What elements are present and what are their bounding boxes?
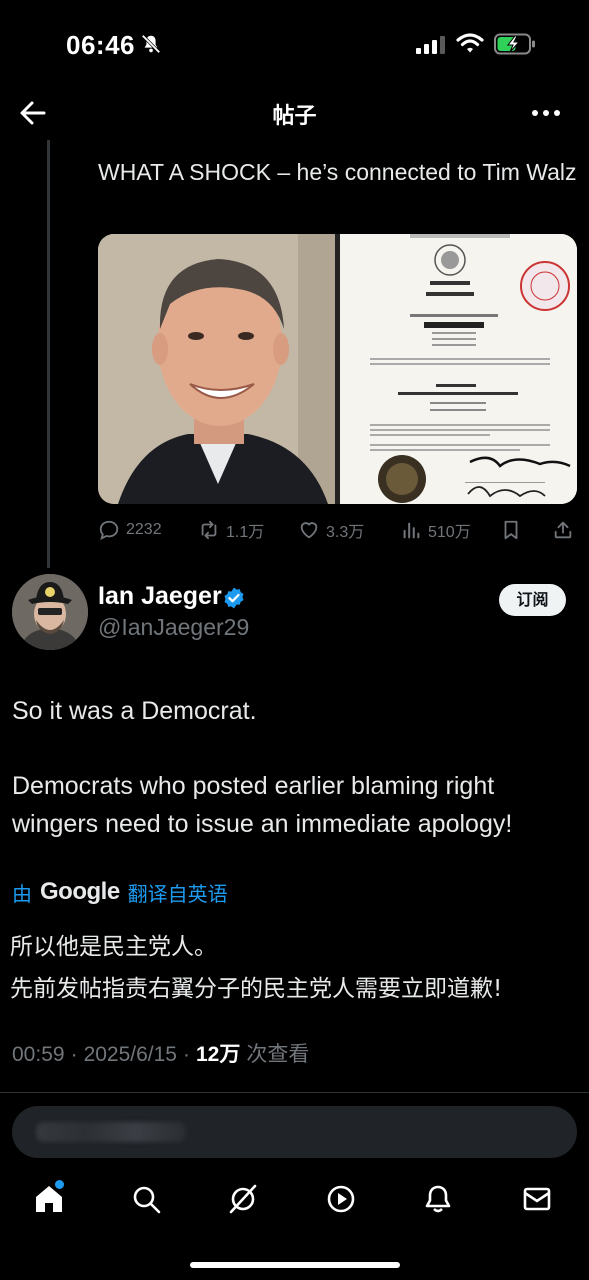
status-bar: 06:46 xyxy=(0,0,589,88)
translate-suffix: 翻译自英语 xyxy=(127,881,228,906)
views-count: 510万 xyxy=(428,524,471,541)
cellular-signal-icon xyxy=(416,36,445,54)
verified-badge-icon xyxy=(224,587,244,609)
repost-count: 1.1万 xyxy=(226,524,265,541)
home-indicator[interactable] xyxy=(190,1262,400,1268)
post-views-count[interactable]: 12万 xyxy=(196,1038,240,1068)
translate-prefix: 由 xyxy=(12,881,32,906)
bottom-tab-bar xyxy=(0,1172,589,1232)
views-action[interactable]: 510万 xyxy=(400,514,471,546)
author-handle[interactable]: @IanJaeger29 xyxy=(98,614,249,641)
views-bar-chart-icon xyxy=(403,522,420,539)
post-time: 00:59 xyxy=(12,1043,65,1066)
post-paragraph-1: So it was a Democrat. xyxy=(12,697,257,725)
mail-icon xyxy=(523,1187,551,1211)
translated-text: 所以他是民主党人。 先前发帖指责右翼分子的民主党人需要立即道歉! xyxy=(10,926,585,1010)
reply-placeholder-blurred xyxy=(36,1122,186,1142)
post-media[interactable] xyxy=(98,234,577,504)
heart-icon xyxy=(300,522,318,539)
thread-connector-line xyxy=(47,140,50,568)
post-views-label: 次查看 xyxy=(246,1042,310,1066)
repost-action[interactable]: 1.1万 xyxy=(198,514,264,546)
translation-attribution[interactable]: 由 Google 翻译自英语 xyxy=(12,876,228,908)
portrait-photo[interactable] xyxy=(98,234,335,504)
bookmark-action[interactable] xyxy=(500,514,522,546)
notification-dot xyxy=(55,1180,64,1189)
tab-grok[interactable] xyxy=(226,1182,260,1216)
google-logo-text: Google xyxy=(40,878,120,905)
tab-video[interactable] xyxy=(324,1182,358,1216)
meta-separator: · xyxy=(183,1043,190,1066)
status-time: 06:46 xyxy=(66,30,135,60)
appointment-document-photo[interactable] xyxy=(340,234,577,504)
tab-notifications[interactable] xyxy=(421,1182,455,1216)
bell-icon xyxy=(425,1185,451,1213)
reply-icon xyxy=(99,520,119,540)
author-avatar[interactable] xyxy=(12,574,88,650)
translated-line-1: 所以他是民主党人。 xyxy=(10,934,217,960)
share-action[interactable] xyxy=(552,514,574,546)
page-title: 帖子 xyxy=(272,104,317,129)
more-options-icon[interactable] xyxy=(530,98,562,128)
search-icon xyxy=(133,1186,161,1214)
post-meta: 00:59 · 2025/6/15 · 12万 次查看 xyxy=(12,1038,309,1068)
meta-separator: · xyxy=(70,1043,78,1066)
reply-count: 2232 xyxy=(126,521,162,538)
previous-post-text: WHAT A SHOCK – he’s connected to Tim Wal… xyxy=(98,159,577,185)
battery-charging-icon xyxy=(494,33,535,55)
grok-icon xyxy=(229,1184,257,1214)
author-name[interactable]: Ian Jaeger xyxy=(98,582,222,611)
post-text: So it was a Democrat. Democrats who post… xyxy=(12,692,582,880)
play-circle-icon xyxy=(327,1185,355,1213)
bookmark-icon xyxy=(504,520,518,540)
subscribe-button[interactable]: 订阅 xyxy=(499,584,566,616)
reply-input[interactable] xyxy=(12,1106,577,1158)
bell-off-icon xyxy=(141,34,161,54)
repost-icon xyxy=(201,520,217,540)
tab-messages[interactable] xyxy=(520,1182,554,1216)
like-count: 3.3万 xyxy=(326,524,365,541)
post-paragraph-2: Democrats who posted earlier blaming rig… xyxy=(12,772,513,838)
tab-search[interactable] xyxy=(129,1182,163,1216)
translated-line-2: 先前发帖指责右翼分子的民主党人需要立即道歉! xyxy=(10,976,503,1002)
post-date: 2025/6/15 xyxy=(83,1043,177,1066)
reply-action[interactable]: 2232 xyxy=(98,514,162,546)
share-icon xyxy=(554,521,572,539)
wifi-icon xyxy=(456,33,484,53)
like-action[interactable]: 3.3万 xyxy=(298,514,364,546)
top-nav: 帖子 xyxy=(0,88,589,138)
divider xyxy=(0,1092,589,1093)
previous-post-actions: 2232 1.1万 3.3万 510万 xyxy=(98,514,578,546)
